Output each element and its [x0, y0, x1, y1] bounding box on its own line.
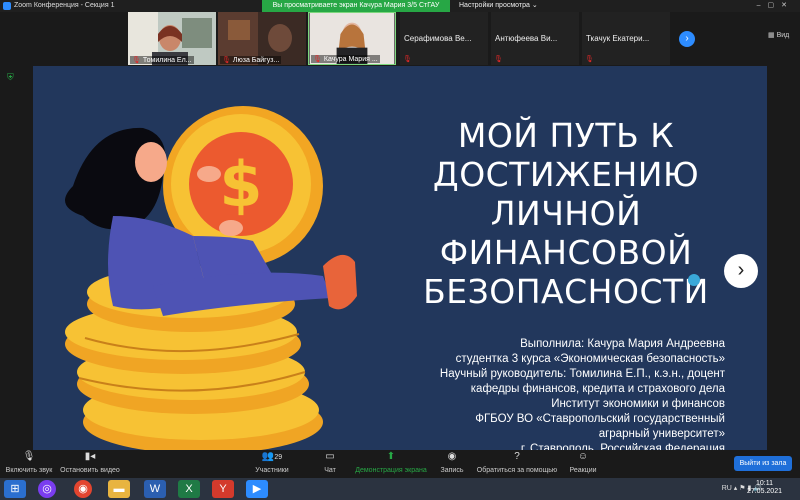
participants-count: 29 — [274, 454, 283, 461]
info-line: Научный руководитель: Томилина Е.П., к.э… — [439, 368, 725, 380]
info-line: аграрный университет» — [598, 428, 725, 440]
mic-off-icon: 🎙 — [222, 57, 231, 64]
reactions-button[interactable]: ☺ Реакции — [566, 450, 600, 474]
record-button[interactable]: ◉ Запись — [437, 450, 467, 474]
participant-video-tile[interactable]: 🎙 Люза Байгуз... — [218, 12, 306, 65]
help-icon: ? — [514, 451, 520, 462]
slide-title: МОЙ ПУТЬ К ДОСТИЖЕНИЮ ЛИЧНОЙ ФИНАНСОВОЙ … — [416, 116, 716, 311]
record-icon: ◉ — [447, 451, 457, 462]
mic-off-icon: 🎙 — [494, 56, 503, 63]
view-label[interactable]: ▦ Вид — [768, 31, 789, 39]
chat-button[interactable]: ▭ Чат — [318, 450, 342, 474]
mic-off-icon: 🎙 — [313, 56, 322, 63]
excel-app-icon[interactable]: X — [178, 480, 200, 498]
participants-button[interactable]: 👥29 Участники — [252, 450, 292, 474]
participant-name-tile[interactable]: Серафимова Ве... 🎙 — [400, 12, 488, 65]
clock-time: 10:11 — [755, 480, 773, 487]
slide-illustration: $ — [65, 106, 357, 450]
chrome-browser-icon[interactable]: ◉ — [74, 480, 92, 498]
info-line: ФГБОУ ВО «Ставропольский государственный — [475, 413, 725, 425]
start-menu-icon[interactable]: ⊞ — [4, 480, 26, 498]
chat-icon: ▭ — [325, 451, 335, 462]
shared-screen-slide: $ МОЙ ПУТЬ К ДОСТИЖЕНИЮ ЛИЧНОЙ ФИНАНСОВО… — [33, 66, 767, 450]
window-titlebar: Zoom Конференция - Секция 1 Вы просматри… — [0, 0, 800, 12]
meeting-toolbar: 🎙 Включить звук ▮◂ Остановить видео 👥29 Уча… — [0, 450, 800, 478]
participant-name-tile[interactable]: Антюфеева Ви... 🎙 — [491, 12, 579, 65]
yandex-browser-icon[interactable]: Y — [212, 480, 234, 498]
mic-off-icon: 🎙 — [403, 56, 412, 63]
info-line: г. Ставрополь, Российская Федерация — [520, 443, 725, 450]
next-participants-button[interactable]: › — [679, 31, 695, 47]
participant-name: Серафимова Ве... — [404, 34, 472, 43]
zoom-logo-icon — [3, 2, 11, 10]
view-options-menu[interactable]: Настройки просмотра ⌄ — [459, 0, 538, 12]
os-taskbar: ⊞ ◎ ◉ ▬ W X Y ▶ RU ▴ ⚑ ▮ 🔊 10:11 27.05.2… — [0, 478, 800, 500]
slide-title-line: БЕЗОПАСНОСТИ — [423, 272, 709, 311]
window-title: Zoom Конференция - Секция 1 — [14, 2, 115, 9]
info-line: Институт экономики и финансов — [551, 398, 725, 410]
slide-title-line: ЛИЧНОЙ — [490, 194, 642, 233]
screen-share-banner: Вы просматриваете экран Качура Мария 3/5… — [262, 0, 450, 12]
share-screen-icon: ⬆ — [386, 451, 396, 462]
slide-author-info: Выполнила: Качура Мария Андреевна студен… — [440, 337, 725, 450]
mic-off-icon: 🎙 — [22, 451, 36, 462]
info-line: кафедры финансов, кредита и страхового д… — [470, 383, 725, 395]
info-line: Выполнила: Качура Мария Андреевна — [520, 338, 725, 350]
participant-name: 🎙 Люза Байгуз... — [220, 56, 282, 64]
participant-video-tile[interactable]: 🎙 Томилина Ел... — [128, 12, 216, 65]
ask-for-help-button[interactable]: ? Обратиться за помощью — [475, 450, 559, 474]
smile-icon: ☺ — [577, 451, 589, 462]
slide-title-line: ФИНАНСОВОЙ — [439, 233, 693, 272]
mouse-cursor-icon — [688, 274, 700, 286]
file-explorer-icon[interactable]: ▬ — [108, 480, 130, 498]
clock-date: 27.05.2021 — [746, 488, 782, 495]
participant-name: 🎙 Томилина Ел... — [130, 56, 194, 64]
grid-icon: ▦ — [768, 32, 777, 39]
system-clock[interactable]: 10:11 27.05.2021 — [747, 480, 782, 496]
participant-video-tile-active[interactable]: 🎙 Качура Мария ... — [308, 12, 396, 65]
slide-title-line: МОЙ ПУТЬ К — [457, 116, 675, 155]
word-app-icon[interactable]: W — [144, 480, 166, 498]
camera-icon: ▮◂ — [84, 451, 96, 462]
slide-title-line: ДОСТИЖЕНИЮ — [432, 155, 700, 194]
share-screen-button[interactable]: ⬆ Демонстрация экрана — [355, 450, 427, 474]
zoom-app-icon[interactable]: ▶ — [246, 480, 268, 498]
mic-off-icon: 🎙 — [132, 57, 141, 64]
participant-name: 🎙 Качура Мария ... — [311, 55, 380, 63]
stop-video-button[interactable]: ▮◂ Остановить видео — [60, 450, 120, 474]
participants-icon: 👥29 — [261, 451, 283, 462]
svg-text:$: $ — [219, 148, 262, 221]
mic-off-icon: 🎙 — [585, 56, 594, 63]
info-line: студентка 3 курса «Экономическая безопас… — [455, 353, 725, 365]
unmute-button[interactable]: 🎙 Включить звук — [4, 450, 54, 474]
window-controls[interactable]: –▢✕ — [757, 1, 794, 9]
participant-name: Антюфеева Ви... — [495, 34, 558, 43]
input-language[interactable]: RU — [722, 485, 732, 492]
slide-next-button[interactable]: › — [724, 254, 758, 288]
participant-name-tile[interactable]: Ткачук Екатери... 🎙 — [582, 12, 670, 65]
security-shield-icon: ⛨ — [7, 72, 14, 82]
leave-meeting-button[interactable]: Выйти из зала — [734, 456, 792, 471]
voice-assistant-icon[interactable]: ◎ — [38, 480, 56, 498]
participant-name: Ткачук Екатери... — [586, 34, 650, 43]
